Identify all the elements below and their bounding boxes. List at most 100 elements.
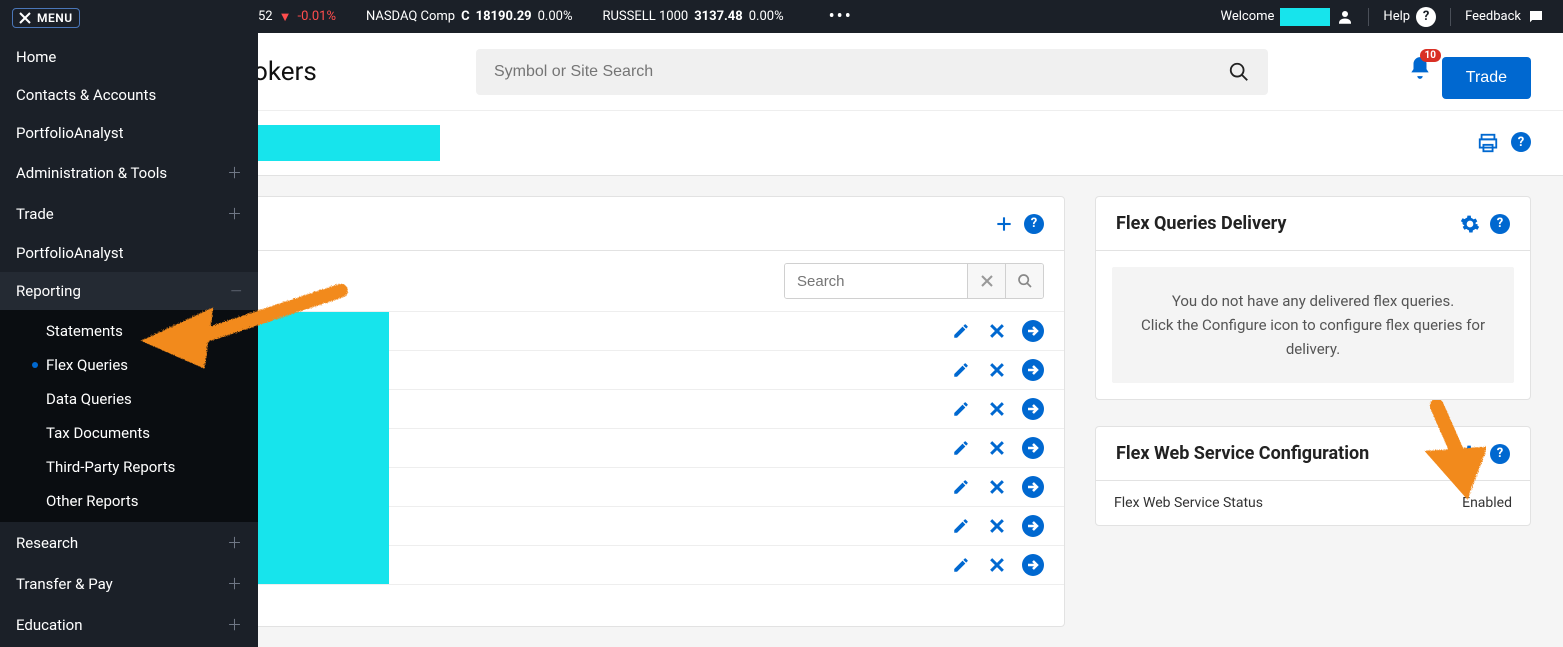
expand-icon: ＋ bbox=[227, 532, 242, 553]
close-icon bbox=[990, 402, 1004, 416]
expand-icon: ＋ bbox=[227, 614, 242, 635]
nav-contacts-accounts[interactable]: Contacts & Accounts bbox=[0, 76, 258, 114]
search-icon bbox=[1017, 273, 1033, 289]
arrow-right-icon bbox=[1027, 364, 1039, 376]
gear-icon[interactable] bbox=[1460, 214, 1480, 234]
run-button[interactable] bbox=[1022, 515, 1044, 537]
ticker-item-nasdaq[interactable]: NASDAQ Comp C 18190.29 0.00% bbox=[366, 9, 573, 24]
nav-label: Education bbox=[16, 616, 83, 634]
edit-button[interactable] bbox=[950, 476, 972, 498]
nav-portfolioanalyst-2[interactable]: PortfolioAnalyst bbox=[0, 234, 258, 272]
nav-education[interactable]: Education ＋ bbox=[0, 604, 258, 645]
help-icon[interactable]: ? bbox=[1490, 214, 1510, 234]
edit-button[interactable] bbox=[950, 398, 972, 420]
nav-portfolioanalyst[interactable]: PortfolioAnalyst bbox=[0, 114, 258, 152]
notifications-button[interactable]: 10 bbox=[1407, 55, 1433, 81]
add-query-button[interactable] bbox=[994, 214, 1014, 234]
edit-button[interactable] bbox=[950, 359, 972, 381]
nav-sub-tax-documents[interactable]: Tax Documents bbox=[0, 416, 258, 450]
pencil-icon bbox=[952, 361, 970, 379]
feedback-icon bbox=[1527, 8, 1545, 26]
close-icon bbox=[990, 480, 1004, 494]
ticker-item-partial[interactable]: 52 ▼ -0.01% bbox=[258, 9, 336, 25]
expand-icon: ＋ bbox=[227, 573, 242, 594]
delete-button[interactable] bbox=[986, 476, 1008, 498]
nav-label: Administration & Tools bbox=[16, 164, 167, 182]
print-icon[interactable] bbox=[1477, 132, 1499, 154]
help-icon[interactable]: ? bbox=[1490, 444, 1510, 464]
ticker-change: 0.00% bbox=[538, 9, 573, 24]
nav-label: Trade bbox=[16, 205, 54, 223]
run-button[interactable] bbox=[1022, 320, 1044, 342]
delete-button[interactable] bbox=[986, 359, 1008, 381]
panel-toolbar bbox=[149, 251, 1064, 312]
pencil-icon bbox=[952, 400, 970, 418]
panel-title: Flex Web Service Configuration bbox=[1116, 443, 1369, 464]
run-button[interactable] bbox=[1022, 359, 1044, 381]
ticker-value: 18190.29 bbox=[476, 9, 532, 24]
help-icon[interactable]: ? bbox=[1024, 214, 1044, 234]
expand-icon: ＋ bbox=[227, 203, 242, 224]
close-icon bbox=[990, 519, 1004, 533]
delete-button[interactable] bbox=[986, 515, 1008, 537]
nav-research[interactable]: Research＋ bbox=[0, 522, 258, 563]
run-button[interactable] bbox=[1022, 437, 1044, 459]
help-icon: ? bbox=[1416, 7, 1436, 27]
delete-button[interactable] bbox=[986, 437, 1008, 459]
down-arrow-icon: ▼ bbox=[279, 9, 292, 25]
nav-sub-flex-queries[interactable]: Flex Queries bbox=[0, 348, 258, 382]
nav-sub-statements[interactable]: Statements bbox=[0, 314, 258, 348]
help-link[interactable]: Help ? bbox=[1383, 7, 1436, 27]
nav-sub-third-party-reports[interactable]: Third-Party Reports bbox=[0, 450, 258, 484]
delete-button[interactable] bbox=[986, 554, 1008, 576]
clear-search-button[interactable] bbox=[967, 264, 1005, 298]
run-button[interactable] bbox=[1022, 554, 1044, 576]
edit-button[interactable] bbox=[950, 515, 972, 537]
run-button[interactable] bbox=[1022, 398, 1044, 420]
ticker-change: 0.00% bbox=[749, 9, 784, 24]
arrow-right-icon bbox=[1027, 520, 1039, 532]
delete-button[interactable] bbox=[986, 320, 1008, 342]
table-search bbox=[784, 263, 1044, 299]
nav-home[interactable]: Home bbox=[0, 38, 258, 76]
search-input[interactable] bbox=[494, 63, 1228, 81]
nav-sub-other-reports[interactable]: Other Reports bbox=[0, 484, 258, 518]
search-submit-button[interactable] bbox=[1005, 264, 1043, 298]
nav-sub-label: Statements bbox=[46, 322, 123, 340]
query-list bbox=[149, 312, 1064, 585]
nav-reporting[interactable]: Reporting— bbox=[0, 272, 258, 310]
menu-close-button[interactable]: MENU bbox=[12, 8, 80, 28]
pencil-icon bbox=[952, 322, 970, 340]
pencil-icon bbox=[952, 478, 970, 496]
redacted-username bbox=[1280, 8, 1330, 26]
pencil-icon bbox=[952, 517, 970, 535]
edit-button[interactable] bbox=[950, 320, 972, 342]
run-button[interactable] bbox=[1022, 476, 1044, 498]
table-search-input[interactable] bbox=[785, 264, 967, 298]
ticker-more-icon[interactable]: ••• bbox=[829, 6, 853, 27]
feedback-link[interactable]: Feedback bbox=[1465, 8, 1545, 26]
fws-status-row: Flex Web Service Status Enabled bbox=[1096, 481, 1530, 525]
nav-label: PortfolioAnalyst bbox=[16, 124, 124, 142]
ticker-item-russell[interactable]: RUSSELL 1000 3137.48 0.00% bbox=[602, 9, 783, 24]
site-search[interactable] bbox=[476, 49, 1268, 95]
edit-button[interactable] bbox=[950, 437, 972, 459]
plus-icon bbox=[994, 214, 1014, 234]
help-icon[interactable]: ? bbox=[1511, 132, 1531, 152]
nav-trade[interactable]: Trade ＋ bbox=[0, 193, 258, 234]
nav-sub-data-queries[interactable]: Data Queries bbox=[0, 382, 258, 416]
close-icon bbox=[990, 363, 1004, 377]
edit-button[interactable] bbox=[950, 554, 972, 576]
panel-header: ex Query ? bbox=[149, 197, 1064, 251]
fws-status-label: Flex Web Service Status bbox=[1114, 495, 1263, 511]
gear-icon[interactable] bbox=[1460, 444, 1480, 464]
delivery-msg-1: You do not have any delivered flex queri… bbox=[1138, 289, 1488, 313]
nav-sub-label: Other Reports bbox=[46, 492, 139, 510]
nav-administration-tools[interactable]: Administration & Tools＋ bbox=[0, 152, 258, 193]
nav-transfer-pay[interactable]: Transfer & Pay＋ bbox=[0, 563, 258, 604]
search-icon[interactable] bbox=[1228, 61, 1250, 83]
sidebar: MENU Home Contacts & Accounts PortfolioA… bbox=[0, 0, 258, 647]
welcome-user[interactable]: Welcome bbox=[1221, 8, 1355, 26]
delete-button[interactable] bbox=[986, 398, 1008, 420]
trade-button[interactable]: Trade bbox=[1442, 57, 1531, 99]
